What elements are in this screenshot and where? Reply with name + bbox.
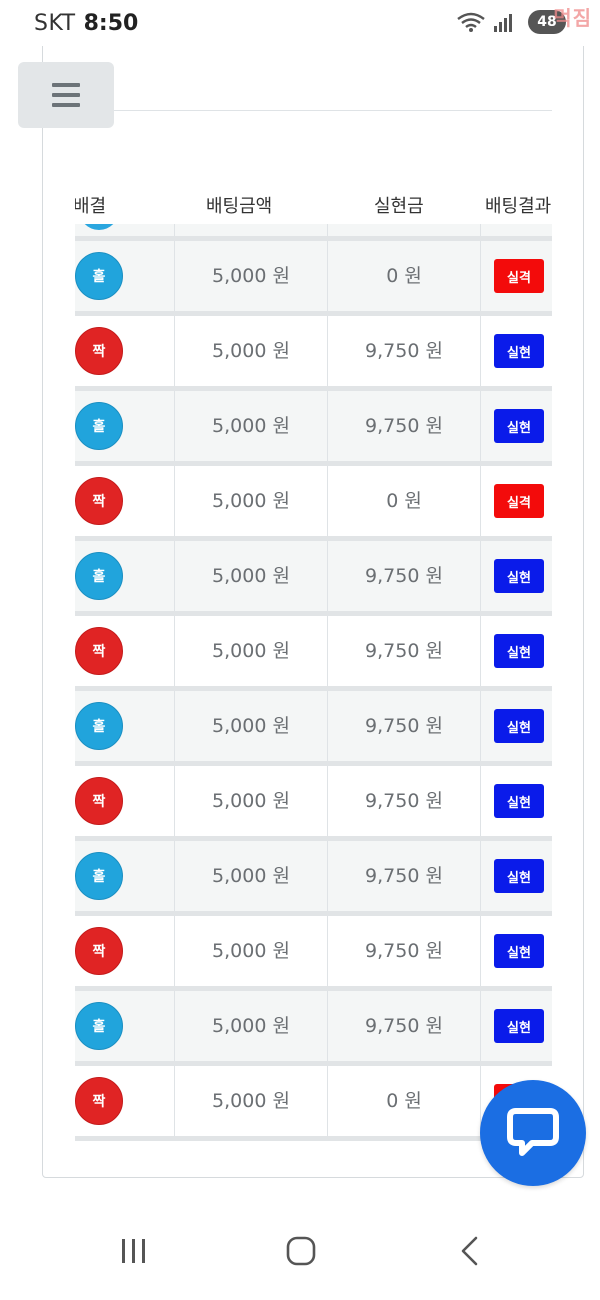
pick-ball: 홀 bbox=[75, 1002, 123, 1050]
card-divider bbox=[64, 110, 552, 111]
bet-amount: 5,000 원 bbox=[212, 415, 290, 437]
menu-button[interactable] bbox=[18, 62, 114, 128]
status-bar: SKT 8:50 48 먹짐 bbox=[0, 0, 600, 46]
bet-amount: 5,000 원 bbox=[212, 640, 290, 662]
screen: SKT 8:50 48 먹짐 배결 배팅금액 실현금 배팅결과 홀 5,000 … bbox=[0, 0, 600, 1300]
pick-ball: 홀 bbox=[75, 552, 123, 600]
table-row: 홀 5,000 원 9,750 원 실현 bbox=[75, 836, 552, 911]
recent-apps-button[interactable] bbox=[104, 1226, 164, 1276]
signal-icon bbox=[492, 11, 522, 33]
result-badge: 실현 bbox=[494, 859, 544, 893]
result-badge: 실격 bbox=[494, 259, 544, 293]
home-button[interactable] bbox=[271, 1226, 331, 1276]
header-payout: 실현금 bbox=[374, 196, 424, 217]
table-header: 배결 배팅금액 실현금 배팅결과 bbox=[75, 180, 552, 224]
table-row: 짝 5,000 원 9,750 원 실현 bbox=[75, 911, 552, 986]
result-badge: 실현 bbox=[494, 559, 544, 593]
bet-amount: 5,000 원 bbox=[212, 565, 290, 587]
header-bet-amount: 배팅금액 bbox=[206, 196, 273, 217]
payout-amount: 9,750 원 bbox=[365, 715, 443, 737]
result-badge: 실현 bbox=[494, 334, 544, 368]
payout-amount: 9,750 원 bbox=[365, 415, 443, 437]
header-pick: 배결 bbox=[75, 196, 107, 217]
table-row: 홀 5,000 원 9,750 원 실현 bbox=[75, 686, 552, 761]
system-nav-bar bbox=[0, 1196, 600, 1300]
recent-apps-icon bbox=[122, 1239, 145, 1263]
result-badge: 실현 bbox=[494, 934, 544, 968]
pick-ball: 짝 bbox=[75, 777, 123, 825]
payout-amount: 9,750 원 bbox=[365, 340, 443, 362]
chat-bubble-icon bbox=[507, 1108, 559, 1156]
wifi-icon bbox=[456, 11, 486, 33]
table-row: 짝 5,000 원 9,750 원 실현 bbox=[75, 611, 552, 686]
table-row: 짝 5,000 원 9,750 원 실현 bbox=[75, 311, 552, 386]
table-row-partial bbox=[75, 224, 552, 236]
result-badge: 실현 bbox=[494, 1009, 544, 1043]
payout-amount: 0 원 bbox=[386, 490, 422, 512]
carrier-label: SKT bbox=[34, 10, 76, 36]
back-button[interactable] bbox=[440, 1226, 500, 1276]
bet-amount: 5,000 원 bbox=[212, 790, 290, 812]
bet-amount: 5,000 원 bbox=[212, 865, 290, 887]
result-badge: 실격 bbox=[494, 484, 544, 518]
payout-amount: 9,750 원 bbox=[365, 865, 443, 887]
payout-amount: 0 원 bbox=[386, 265, 422, 287]
result-badge: 실현 bbox=[494, 634, 544, 668]
bet-amount: 5,000 원 bbox=[212, 340, 290, 362]
payout-amount: 9,750 원 bbox=[365, 640, 443, 662]
table-row: 홀 5,000 원 0 원 실격 bbox=[75, 236, 552, 311]
clock: 8:50 bbox=[83, 10, 139, 36]
pick-ball: 짝 bbox=[75, 1077, 123, 1125]
payout-amount: 9,750 원 bbox=[365, 790, 443, 812]
payout-amount: 9,750 원 bbox=[365, 565, 443, 587]
table-row: 짝 5,000 원 0 원 실격 bbox=[75, 461, 552, 536]
watermark-logo: 먹짐 bbox=[553, 6, 592, 30]
payout-amount: 0 원 bbox=[386, 1090, 422, 1112]
result-badge: 실현 bbox=[494, 409, 544, 443]
table-row: 홀 5,000 원 9,750 원 실현 bbox=[75, 386, 552, 461]
bet-amount: 5,000 원 bbox=[212, 265, 290, 287]
home-icon bbox=[286, 1236, 316, 1266]
pick-ball: 홀 bbox=[75, 252, 123, 300]
table-row: 짝 5,000 원 9,750 원 실현 bbox=[75, 761, 552, 836]
payout-amount: 9,750 원 bbox=[365, 940, 443, 962]
hamburger-icon bbox=[52, 83, 80, 87]
pick-ball: 홀 bbox=[75, 852, 123, 900]
pick-ball: 홀 bbox=[75, 402, 123, 450]
bet-amount: 5,000 원 bbox=[212, 490, 290, 512]
pick-ball: 홀 bbox=[75, 702, 123, 750]
table-row: 홀 5,000 원 9,750 원 실현 bbox=[75, 536, 552, 611]
status-icons: 48 bbox=[456, 10, 566, 34]
bet-amount: 5,000 원 bbox=[212, 1090, 290, 1112]
pick-ball: 짝 bbox=[75, 327, 123, 375]
pick-ball: 짝 bbox=[75, 477, 123, 525]
result-badge: 실현 bbox=[494, 709, 544, 743]
back-icon bbox=[461, 1236, 478, 1266]
header-result: 배팅결과 bbox=[485, 196, 552, 217]
betting-table: 배결 배팅금액 실현금 배팅결과 홀 5,000 원0 원 실격 짝 5,000 원 9,… bbox=[75, 180, 552, 1145]
chat-button[interactable] bbox=[480, 1080, 586, 1186]
bet-amount: 5,000 원 bbox=[212, 940, 290, 962]
bet-amount: 5,000 원 bbox=[212, 715, 290, 737]
pick-ball: 짝 bbox=[75, 927, 123, 975]
bet-amount: 5,000 원 bbox=[212, 1015, 290, 1037]
result-badge: 실현 bbox=[494, 784, 544, 818]
payout-amount: 9,750 원 bbox=[365, 1015, 443, 1037]
pick-ball: 짝 bbox=[75, 627, 123, 675]
table-row: 홀 5,000 원 9,750 원 실현 bbox=[75, 986, 552, 1061]
